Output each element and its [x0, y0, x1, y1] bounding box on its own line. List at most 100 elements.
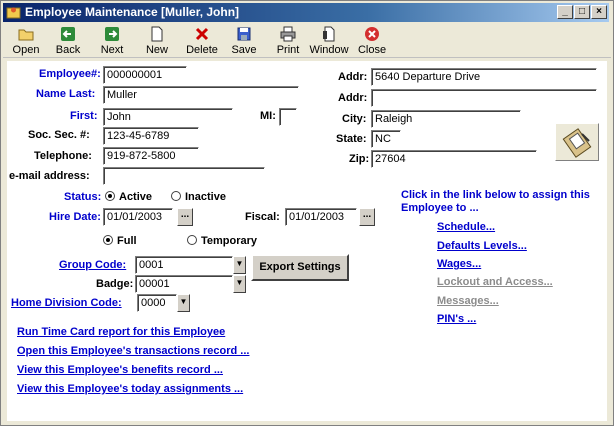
state-field[interactable]: NC: [371, 130, 401, 148]
group-code-link[interactable]: Group Code:: [59, 259, 126, 271]
state-label: State:: [336, 133, 367, 145]
badge-label: Badge:: [96, 278, 134, 290]
window-button[interactable]: Window: [309, 25, 349, 57]
radio-selected-icon: [103, 235, 113, 245]
title-bar[interactable]: Employee Maintenance [Muller, John] _ □ …: [3, 3, 609, 22]
temporary-radio[interactable]: Temporary: [187, 235, 257, 247]
open-label: Open: [12, 44, 40, 56]
group-code-dropdown-button[interactable]: ▼: [233, 256, 246, 274]
hire-date-label: Hire Date:: [49, 211, 101, 223]
home-division-code-link[interactable]: Home Division Code:: [11, 297, 122, 309]
form-area: Employee#: 000000001 Name Last: Muller F…: [7, 61, 607, 421]
window-title: Employee Maintenance [Muller, John]: [25, 5, 240, 19]
lockout-access-link[interactable]: Lockout and Access...: [437, 276, 553, 288]
address-line1-label: Addr:: [338, 71, 368, 83]
employee-number-field[interactable]: 000000001: [103, 66, 187, 84]
print-label: Print: [276, 44, 300, 56]
name-last-label: Name Last:: [36, 88, 96, 100]
edit-notes-button[interactable]: [555, 123, 599, 161]
delete-x-icon: [195, 27, 209, 41]
minimize-button[interactable]: _: [557, 5, 573, 19]
badge-dropdown-button[interactable]: ▼: [233, 275, 246, 293]
radio-empty-icon: [171, 191, 181, 201]
first-name-label: First:: [70, 110, 98, 122]
status-inactive-radio[interactable]: Inactive: [171, 191, 226, 203]
next-button[interactable]: Next: [95, 25, 129, 57]
zip-field[interactable]: 27604: [371, 150, 537, 168]
status-inactive-text: Inactive: [185, 191, 226, 203]
delete-label: Delete: [186, 44, 218, 56]
fiscal-date-field[interactable]: 01/01/2003: [285, 208, 357, 226]
window-icon: [323, 26, 335, 42]
home-division-code-field[interactable]: 0000: [137, 294, 177, 312]
telephone-field[interactable]: 919-872-5800: [103, 147, 199, 165]
hire-date-field[interactable]: 01/01/2003: [103, 208, 173, 226]
zip-label: Zip:: [349, 153, 370, 165]
group-code-field[interactable]: 0001: [135, 256, 233, 274]
close-label: Close: [357, 44, 387, 56]
full-time-text: Full: [117, 235, 137, 247]
next-label: Next: [100, 44, 124, 56]
employee-maintenance-window: Employee Maintenance [Muller, John] _ □ …: [0, 0, 614, 426]
run-time-card-link[interactable]: Run Time Card report for this Employee: [17, 326, 225, 338]
export-settings-button[interactable]: Export Settings: [251, 254, 349, 281]
fiscal-label: Fiscal:: [245, 211, 280, 223]
address-line2-label: Addr:: [338, 92, 368, 104]
status-active-radio[interactable]: Active: [105, 191, 152, 203]
fiscal-date-picker-button[interactable]: ...: [359, 208, 375, 226]
save-button[interactable]: Save: [227, 25, 261, 57]
home-division-dropdown-button[interactable]: ▼: [177, 294, 190, 312]
new-button[interactable]: New: [140, 25, 174, 57]
open-folder-icon: [18, 29, 34, 41]
today-assignments-link[interactable]: View this Employee's today assignments .…: [17, 383, 243, 395]
schedule-link[interactable]: Schedule...: [437, 221, 495, 233]
transactions-record-link[interactable]: Open this Employee's transactions record…: [17, 345, 249, 357]
full-time-radio[interactable]: Full: [103, 235, 137, 247]
messages-link[interactable]: Messages...: [437, 295, 499, 307]
email-label: e-mail address:: [9, 170, 90, 182]
maximize-button[interactable]: □: [574, 5, 590, 19]
defaults-levels-link[interactable]: Defaults Levels...: [437, 240, 527, 252]
city-label: City:: [342, 113, 367, 125]
middle-initial-label: MI:: [260, 110, 276, 122]
name-last-field[interactable]: Muller: [103, 86, 299, 104]
window-close-button[interactable]: ×: [591, 5, 607, 19]
city-field[interactable]: Raleigh: [371, 110, 521, 128]
ssn-label: Soc. Sec. #:: [28, 129, 90, 141]
status-label: Status:: [64, 191, 102, 203]
address-line1-field[interactable]: 5640 Departure Drive: [371, 68, 597, 86]
save-disk-icon: [237, 27, 251, 41]
first-name-field[interactable]: John: [103, 108, 233, 126]
toolbar: Open Back Next New Delete Save Print Win…: [3, 24, 611, 58]
printer-icon: [280, 26, 296, 42]
employee-number-label: Employee#:: [39, 68, 101, 80]
print-button[interactable]: Print: [271, 25, 305, 57]
next-arrow-icon: [105, 27, 119, 41]
badge-field[interactable]: 00001: [135, 275, 233, 293]
address-line2-field[interactable]: [371, 89, 597, 107]
open-button[interactable]: Open: [9, 25, 43, 57]
new-label: New: [145, 44, 168, 56]
back-button[interactable]: Back: [51, 25, 85, 57]
benefits-record-link[interactable]: View this Employee's benefits record ...: [17, 364, 223, 376]
hire-date-picker-button[interactable]: ...: [177, 208, 193, 226]
delete-button[interactable]: Delete: [183, 25, 221, 57]
email-field[interactable]: [103, 167, 265, 185]
new-document-icon: [151, 26, 163, 42]
close-icon: [365, 27, 379, 41]
status-active-text: Active: [119, 191, 153, 203]
assign-instructions: Click in the link below to assign this E…: [401, 189, 590, 214]
window-label: Window: [309, 44, 349, 56]
temporary-text: Temporary: [201, 235, 258, 247]
middle-initial-field[interactable]: [279, 108, 297, 126]
wages-link[interactable]: Wages...: [437, 258, 481, 270]
back-arrow-icon: [61, 27, 75, 41]
app-icon: [6, 5, 21, 20]
pins-link[interactable]: PIN's ...: [437, 313, 476, 325]
save-label: Save: [231, 44, 257, 56]
ssn-field[interactable]: 123-45-6789: [103, 127, 199, 145]
radio-selected-icon: [105, 191, 115, 201]
back-label: Back: [55, 44, 81, 56]
radio-empty-icon: [187, 235, 197, 245]
close-button[interactable]: Close: [355, 25, 389, 57]
